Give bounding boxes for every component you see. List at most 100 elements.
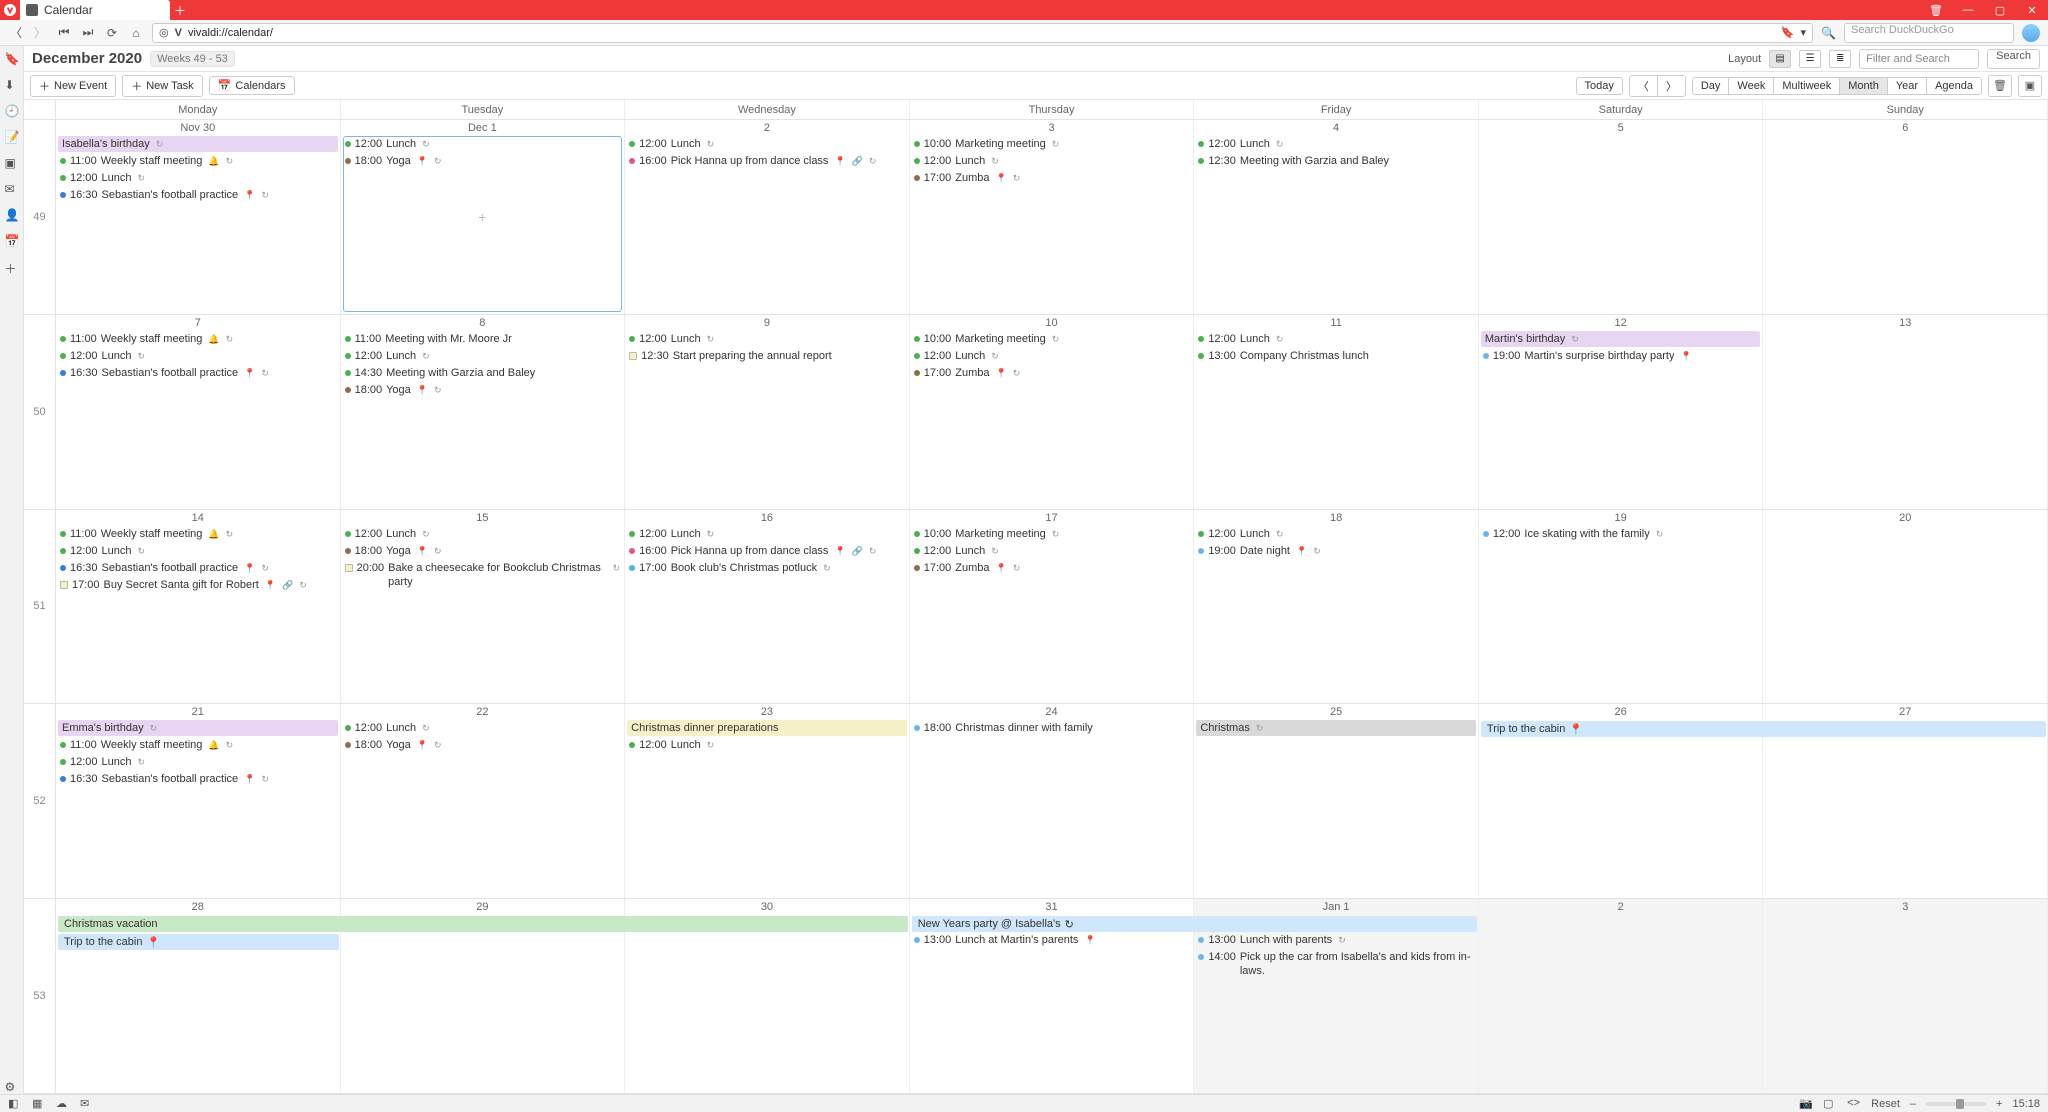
layout-minimal-button[interactable]: ≣: [1829, 50, 1851, 68]
history-panel-icon[interactable]: 🕘: [5, 104, 19, 118]
calendar-event[interactable]: 11:00 Weekly staff meeting🔔↻: [58, 526, 338, 542]
calendar-event[interactable]: 12:00 Lunch↻: [1196, 331, 1476, 347]
zoom-reset[interactable]: Reset: [1871, 1098, 1900, 1110]
calendar-event[interactable]: Christmas↻: [1196, 720, 1476, 736]
profile-avatar[interactable]: [2022, 24, 2040, 42]
calendar-event[interactable]: 12:00 Lunch↻: [627, 526, 907, 542]
view-year[interactable]: Year: [1887, 77, 1926, 95]
calendar-event[interactable]: 17:00 Zumba📍↻: [912, 560, 1192, 576]
day-cell[interactable]: 310:00 Marketing meeting↻12:00 Lunch↻17:…: [910, 120, 1195, 314]
calendar-event[interactable]: 16:30 Sebastian's football practice📍↻: [58, 187, 338, 203]
settings-icon[interactable]: ⚙: [5, 1080, 19, 1094]
view-day[interactable]: Day: [1692, 77, 1729, 95]
calendar-event[interactable]: 16:00 Pick Hanna up from dance class📍🔗↻: [627, 153, 907, 169]
new-event-button[interactable]: ＋New Event: [30, 75, 116, 97]
window-panel-icon[interactable]: ▣: [5, 156, 19, 170]
new-tab-button[interactable]: ＋: [170, 0, 190, 20]
calendar-event[interactable]: 18:00 Yoga📍↻: [343, 737, 623, 753]
calendars-button[interactable]: 📅Calendars: [209, 76, 295, 95]
multiday-event[interactable]: Trip to the cabin📍: [1481, 721, 2046, 737]
calendar-event[interactable]: 17:00 Book club's Christmas potluck↻: [627, 560, 907, 576]
calendar-event[interactable]: 10:00 Marketing meeting↻: [912, 136, 1192, 152]
today-button[interactable]: Today: [1576, 77, 1623, 95]
capture-icon[interactable]: 📷: [1799, 1097, 1813, 1111]
next-button[interactable]: 〉: [1657, 75, 1686, 97]
day-cell[interactable]: 23Christmas dinner preparations12:00 Lun…: [625, 704, 910, 898]
day-cell[interactable]: 21Emma's birthday↻11:00 Weekly staff mee…: [56, 704, 341, 898]
calendar-event[interactable]: 20:00 Bake a cheesecake for Bookclub Chr…: [343, 560, 623, 590]
page-actions-icon[interactable]: <>: [1847, 1097, 1861, 1111]
url-field[interactable]: ◎ V vivaldi://calendar/ 🔖 ▾: [152, 23, 1813, 43]
calendar-event[interactable]: 12:00 Lunch↻: [343, 348, 623, 364]
calendar-event[interactable]: 12:00 Lunch↻: [58, 754, 338, 770]
day-cell[interactable]: 1812:00 Lunch↻19:00 Date night📍↻: [1194, 510, 1479, 704]
calendar-event[interactable]: 13:00 Company Christmas lunch: [1196, 348, 1476, 364]
day-cell[interactable]: 3: [1763, 899, 2048, 1093]
zoom-in-icon[interactable]: +: [1996, 1098, 2002, 1110]
bookmarks-panel-icon[interactable]: 🔖: [5, 52, 19, 66]
calendar-event[interactable]: 13:00 Lunch at Martin's parents📍: [912, 932, 1192, 948]
calendar-event[interactable]: 12:00 Lunch↻: [1196, 136, 1476, 152]
calendar-event[interactable]: 16:30 Sebastian's football practice📍↻: [58, 771, 338, 787]
calendar-event[interactable]: 12:00 Lunch↻: [627, 737, 907, 753]
calendar-event[interactable]: 12:00 Lunch↻: [1196, 526, 1476, 542]
calendar-event[interactable]: 12:30 Meeting with Garzia and Baley: [1196, 153, 1476, 169]
add-panel-icon[interactable]: ＋: [5, 260, 19, 274]
calendar-event[interactable]: 12:00 Lunch↻: [58, 543, 338, 559]
fastforward-button[interactable]: ⏭: [80, 25, 96, 41]
back-button[interactable]: 〈: [8, 25, 24, 41]
prev-button[interactable]: 〈: [1629, 75, 1657, 97]
calendar-event[interactable]: 18:00 Christmas dinner with family: [912, 720, 1192, 736]
day-cell[interactable]: 811:00 Meeting with Mr. Moore Jr12:00 Lu…: [341, 315, 626, 509]
tile-icon[interactable]: ▢: [1823, 1097, 1837, 1111]
multiday-event[interactable]: New Years party @ Isabella's↻: [912, 916, 1477, 932]
calendar-event[interactable]: 16:00 Pick Hanna up from dance class📍🔗↻: [627, 543, 907, 559]
calendar-event[interactable]: 16:30 Sebastian's football practice📍↻: [58, 560, 338, 576]
tiling-icon[interactable]: ▦: [32, 1097, 46, 1111]
add-event-plus[interactable]: +: [478, 209, 486, 225]
calendar-event[interactable]: 12:00 Lunch↻: [912, 348, 1192, 364]
calendar-event[interactable]: 12:30 Start preparing the annual report: [627, 348, 907, 364]
calendar-event[interactable]: 10:00 Marketing meeting↻: [912, 331, 1192, 347]
forward-button[interactable]: 〉: [32, 25, 48, 41]
calendar-event[interactable]: 13:00 Lunch with parents↻: [1196, 932, 1476, 948]
calendar-event[interactable]: 18:00 Yoga📍↻: [343, 382, 623, 398]
calendar-event[interactable]: 12:00 Lunch↻: [627, 136, 907, 152]
day-cell[interactable]: 1710:00 Marketing meeting↻12:00 Lunch↻17…: [910, 510, 1195, 704]
home-button[interactable]: ⌂: [128, 25, 144, 41]
day-cell[interactable]: 12Martin's birthday↻19:00 Martin's surpr…: [1479, 315, 1764, 509]
calendar-event[interactable]: 12:00 Lunch↻: [912, 153, 1192, 169]
multiday-event[interactable]: Trip to the cabin📍: [58, 934, 339, 950]
day-cell[interactable]: 25Christmas↻: [1194, 704, 1479, 898]
calendar-event[interactable]: 14:30 Meeting with Garzia and Baley: [343, 365, 623, 381]
calendar-event[interactable]: 12:00 Lunch↻: [58, 170, 338, 186]
day-cell[interactable]: 1512:00 Lunch↻18:00 Yoga📍↻20:00 Bake a c…: [341, 510, 626, 704]
layout-list-button[interactable]: ☰: [1799, 50, 1821, 68]
calendar-event[interactable]: 12:00 Lunch↻: [627, 331, 907, 347]
search-field[interactable]: Search DuckDuckGo: [1844, 23, 2014, 43]
calendar-event[interactable]: 16:30 Sebastian's football practice📍↻: [58, 365, 338, 381]
day-cell[interactable]: 2: [1479, 899, 1764, 1093]
filter-input[interactable]: Filter and Search: [1859, 49, 1979, 69]
day-cell[interactable]: Nov 30Isabella's birthday↻11:00 Weekly s…: [56, 120, 341, 314]
calendar-event[interactable]: 19:00 Date night📍↻: [1196, 543, 1476, 559]
browser-tab[interactable]: Calendar: [20, 0, 170, 20]
day-cell[interactable]: Dec 112:00 Lunch↻18:00 Yoga📍↻+: [341, 120, 626, 314]
day-cell[interactable]: 1112:00 Lunch↻13:00 Company Christmas lu…: [1194, 315, 1479, 509]
calendar-event[interactable]: Christmas dinner preparations: [627, 720, 907, 736]
calendar-event[interactable]: 11:00 Weekly staff meeting🔔↻: [58, 153, 338, 169]
layout-full-button[interactable]: ▤: [1769, 50, 1791, 68]
new-task-button[interactable]: ＋New Task: [122, 75, 202, 97]
view-month[interactable]: Month: [1839, 77, 1887, 95]
calendar-event[interactable]: 11:00 Meeting with Mr. Moore Jr: [343, 331, 623, 347]
minimize-button[interactable]: —: [1952, 0, 1984, 20]
day-cell[interactable]: 1912:00 Ice skating with the family↻: [1479, 510, 1764, 704]
calendar-event[interactable]: 12:00 Lunch↻: [343, 720, 623, 736]
calendar-event[interactable]: 12:00 Lunch↻: [58, 348, 338, 364]
day-cell[interactable]: 13: [1763, 315, 2048, 509]
calendar-event[interactable]: 11:00 Weekly staff meeting🔔↻: [58, 331, 338, 347]
calendar-event[interactable]: 19:00 Martin's surprise birthday party📍: [1481, 348, 1761, 364]
reload-button[interactable]: ⟳: [104, 25, 120, 41]
calendar-event[interactable]: 18:00 Yoga📍↻: [343, 153, 623, 169]
calendar-event[interactable]: 10:00 Marketing meeting↻: [912, 526, 1192, 542]
